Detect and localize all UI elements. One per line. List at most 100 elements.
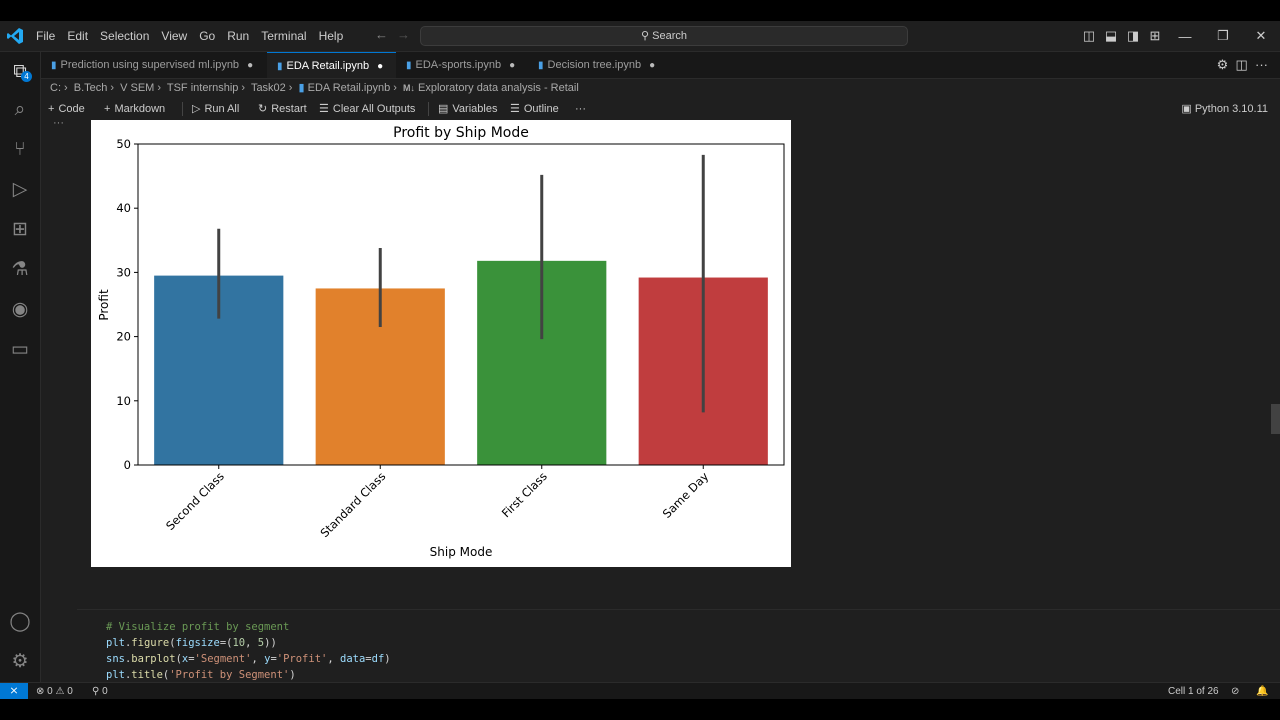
error-icon: ⊗ [36, 686, 45, 697]
breadcrumb-item[interactable]: TSF internship [167, 82, 239, 94]
y-tick-label: 10 [116, 394, 131, 408]
cell-output-plot: Profit by Ship Mode Profit Ship Mode 0 10… [91, 120, 791, 567]
add-markdown-cell-button[interactable]: + Markdown [104, 99, 165, 119]
settings-gear-icon[interactable]: ⚙ [1217, 57, 1229, 72]
toolbar-more-button[interactable]: ··· [575, 99, 586, 119]
ports-indicator[interactable]: ⚲ 0 [92, 683, 108, 700]
warning-icon: ⚠ [55, 686, 65, 697]
unsaved-dot-icon[interactable]: ● [377, 61, 383, 72]
code-line[interactable]: plt.figure(figsize=(10, 5)) [106, 637, 277, 649]
code-line[interactable]: sns.barplot(x='Segment', y='Profit', dat… [106, 653, 391, 665]
problems-indicator[interactable]: ⊗ 0 ⚠ 0 [36, 683, 73, 700]
y-tick-label: 0 [124, 458, 131, 472]
tab-eda-retail[interactable]: ▮ EDA Retail.ipynb ● [267, 52, 396, 78]
back-arrow-icon[interactable]: ← [375, 27, 388, 42]
window-controls: ◫ ⬓ ◨ ⊞ — ❐ ✕ [1078, 21, 1280, 51]
code-token: figsize [175, 637, 220, 649]
cell-position[interactable]: Cell 1 of 26 [1168, 683, 1219, 700]
kernel-icon: ▣ [1181, 103, 1195, 115]
manage-gear-icon[interactable]: ⚙ [8, 650, 32, 674]
code-token: , [245, 637, 258, 649]
run-debug-icon[interactable]: ▷ [8, 178, 32, 202]
code-token: df [371, 653, 385, 665]
menu-view[interactable]: View [155, 21, 193, 51]
toolbar-divider [428, 102, 429, 116]
code-token: # Visualize profit by segment [106, 621, 290, 633]
breadcrumb-item[interactable]: C: [50, 82, 61, 94]
code-line[interactable]: plt.title('Profit by Segment') [106, 669, 296, 681]
editor-scrollbar-thumb[interactable] [1271, 404, 1280, 434]
outline-button[interactable]: ☰ Outline [510, 99, 559, 119]
breadcrumb-item[interactable]: EDA Retail.ipynb [308, 82, 391, 94]
editor-tabs: ▮ Prediction using supervised ml.ipynb ● ▮… [41, 52, 1280, 79]
menu-file[interactable]: File [30, 21, 61, 51]
minimize-icon[interactable]: — [1166, 29, 1204, 44]
remote-indicator-icon[interactable]: ⨯ [0, 683, 28, 700]
breadcrumb-item[interactable]: Exploratory data analysis - Retail [418, 82, 579, 94]
warning-count: 0 [67, 686, 73, 697]
code-line[interactable]: # Visualize profit by segment [106, 621, 289, 633]
ports-icon: ⚲ [92, 686, 100, 697]
clear-all-outputs-button[interactable]: ☰ Clear All Outputs [319, 99, 415, 119]
chevron-right-icon: › [157, 82, 162, 94]
command-center-search[interactable]: ⚲ Search [420, 26, 908, 46]
toggle-secondary-sidebar-icon[interactable]: ◨ [1122, 28, 1144, 44]
more-actions-icon[interactable]: ··· [1255, 57, 1268, 72]
search-icon[interactable]: ⌕ [8, 98, 32, 122]
breadcrumb-item[interactable]: B.Tech [74, 82, 108, 94]
menu-go[interactable]: Go [193, 21, 221, 51]
testing-icon[interactable]: ⚗ [8, 258, 32, 282]
breadcrumb-item[interactable]: V SEM [120, 82, 154, 94]
error-count: 0 [47, 686, 53, 697]
x-tick-label: First Class [499, 469, 550, 520]
unsaved-dot-icon[interactable]: ● [649, 60, 655, 71]
kernel-picker[interactable]: ▣ Python 3.10.11 [1181, 99, 1268, 119]
toggle-primary-sidebar-icon[interactable]: ◫ [1078, 28, 1100, 44]
code-token: 'Profit by Segment' [169, 669, 290, 681]
code-cell[interactable]: # Visualize profit by segment plt.figure(… [77, 609, 1280, 683]
search-label: Search [652, 30, 687, 42]
no-bell-icon[interactable]: ⊘ [1231, 683, 1239, 700]
code-token: 'Profit' [276, 653, 328, 665]
notifications-icon[interactable]: 🔔 [1256, 683, 1268, 700]
chat-icon[interactable]: ▭ [8, 338, 32, 362]
variables-button[interactable]: ▤ Variables [438, 99, 497, 119]
add-code-cell-button[interactable]: + Code [48, 99, 85, 119]
restart-icon: ↻ [258, 103, 268, 115]
restore-icon[interactable]: ❐ [1204, 28, 1242, 44]
code-token: sns [106, 653, 125, 665]
remote-explorer-icon[interactable]: ◉ [8, 298, 32, 322]
menu-selection[interactable]: Selection [94, 21, 155, 51]
menu-run[interactable]: Run [221, 21, 255, 51]
y-tick-label: 30 [116, 265, 131, 279]
cell-collapsed-ellipsis[interactable]: ··· [53, 117, 64, 129]
code-token: ) [289, 669, 296, 681]
unsaved-dot-icon[interactable]: ● [247, 60, 253, 71]
close-icon[interactable]: ✕ [1242, 28, 1280, 44]
video-letterbox-top [0, 0, 1280, 21]
accounts-icon[interactable]: ◯ [8, 610, 32, 634]
menu-edit[interactable]: Edit [61, 21, 94, 51]
unsaved-dot-icon[interactable]: ● [509, 60, 515, 71]
extensions-icon[interactable]: ⊞ [8, 218, 32, 242]
variables-label: Variables [452, 103, 498, 115]
menu-help[interactable]: Help [313, 21, 350, 51]
markdown-icon: M↓ [402, 83, 415, 93]
tab-decision-tree[interactable]: ▮ Decision tree.ipynb ● [528, 52, 668, 78]
breadcrumb-item[interactable]: Task02 [251, 82, 286, 94]
forward-arrow-icon[interactable]: → [397, 27, 410, 42]
menu-terminal[interactable]: Terminal [255, 21, 312, 51]
restart-button[interactable]: ↻ Restart [258, 99, 307, 119]
tab-eda-sports[interactable]: ▮ EDA-sports.ipynb ● [396, 52, 528, 78]
plus-icon: + [104, 103, 111, 115]
tab-prediction[interactable]: ▮ Prediction using supervised ml.ipynb ● [41, 52, 267, 78]
source-control-icon[interactable]: ⑂ [8, 138, 32, 162]
search-icon: ⚲ [641, 30, 650, 42]
run-all-button[interactable]: ▷ Run All [192, 99, 239, 119]
split-editor-icon[interactable]: ◫ [1235, 57, 1247, 72]
y-axis-ticks: 0 10 20 30 40 50 [116, 137, 138, 472]
tab-label: Decision tree.ipynb [547, 59, 642, 71]
error-bars-group [217, 154, 705, 413]
customize-layout-icon[interactable]: ⊞ [1144, 28, 1166, 44]
toggle-panel-icon[interactable]: ⬓ [1100, 28, 1122, 44]
